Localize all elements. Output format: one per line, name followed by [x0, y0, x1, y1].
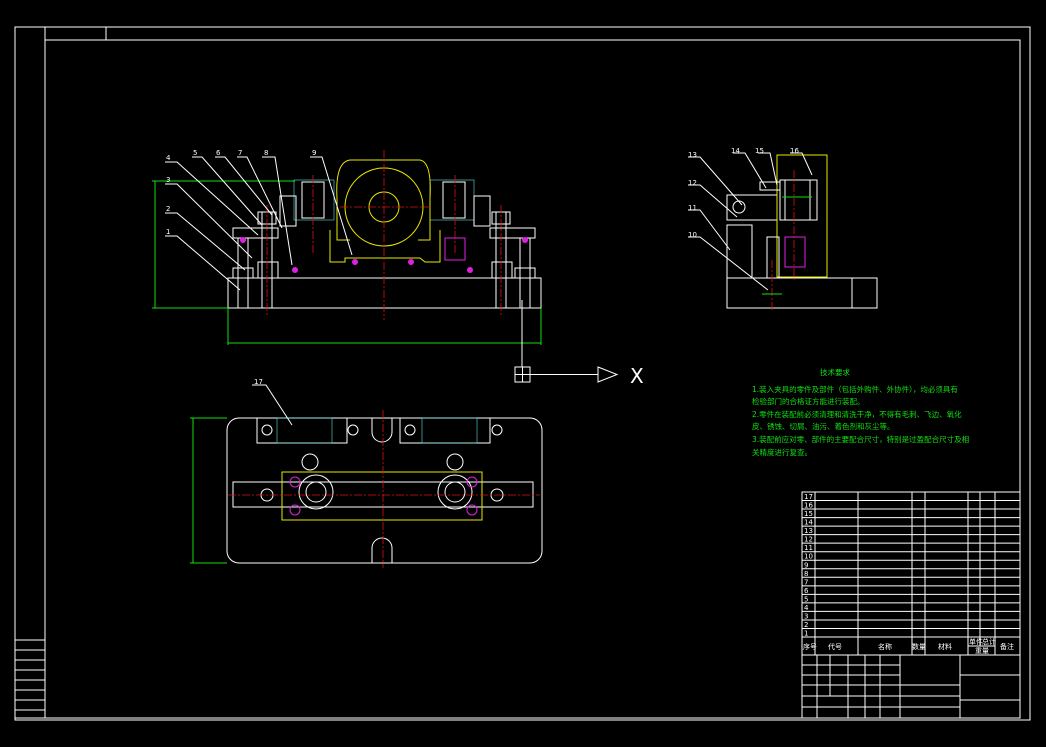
side-view: 13 14 15 16 12 11 10	[688, 147, 878, 312]
tech-req-line: 3.装配前应对零、部件的主要配合尺寸，特别是过盈配合尺寸及相	[752, 434, 969, 444]
tech-req-line: 2.零件在装配前必须清理和清洗干净，不得有毛刺、飞边、氧化	[752, 409, 962, 419]
part-label: 13	[688, 151, 697, 159]
part-label: 17	[254, 378, 263, 386]
part-label: 5	[193, 149, 197, 157]
bom-row-number: 7	[804, 578, 808, 586]
part-label: 16	[790, 147, 799, 155]
bom-row-number: 14	[804, 519, 813, 527]
bom-row-number: 16	[804, 502, 813, 510]
part-label: 10	[688, 231, 697, 239]
bom-header-code: 代号	[828, 642, 842, 651]
bom-row-number: 6	[804, 587, 809, 595]
part-label: 11	[688, 204, 697, 212]
front-view: 1 2 3 4 5 6 7 8 9	[152, 149, 542, 367]
part-label: 7	[238, 149, 242, 157]
bom-header-qty: 数量	[912, 642, 926, 651]
bom-header-weight: 重量	[975, 647, 989, 655]
title-block	[801, 654, 1021, 719]
tech-req-line: 1.装入夹具的零件及部件（包括外购件、外协件），均必须具有	[752, 384, 958, 394]
bom-row-number: 17	[804, 493, 813, 501]
bom-row-number: 15	[804, 510, 813, 518]
bom-row-number: 8	[804, 570, 808, 578]
inner-frame	[44, 39, 1021, 719]
bom-header-material: 材料	[938, 642, 952, 651]
part-label: 3	[166, 176, 170, 184]
bom-row-number: 11	[804, 544, 813, 552]
top-view: 17	[190, 378, 543, 568]
bom-header-single: 单件	[969, 637, 983, 646]
bom-row-number: 9	[804, 561, 808, 569]
bom-row-number: 13	[804, 527, 813, 535]
bom-header-name: 名称	[878, 642, 892, 651]
bom-row-number: 10	[804, 553, 813, 561]
cad-drawing-canvas: 1 2 3 4 5 6 7 8 9 X 13 14 15 16 12 11 10…	[0, 0, 1046, 747]
bill-of-materials: 序号 代号 名称 数量 材料 单件 总计 重量 备注 1716151413121…	[801, 491, 1021, 656]
part-label: 6	[216, 149, 221, 157]
revision-table	[14, 639, 46, 719]
coordinate-axis-marker: X	[514, 364, 644, 388]
bom-header-no: 序号	[803, 642, 817, 651]
part-label: 12	[688, 179, 697, 187]
part-label: 14	[731, 147, 740, 155]
bom-row-number: 1	[804, 630, 808, 638]
part-label: 1	[166, 228, 170, 236]
tech-req-line: 关精度进行复查。	[752, 447, 812, 457]
tech-req-line: 皮、锈蚀、切屑、油污、着色剂和灰尘等。	[752, 421, 895, 431]
part-label: 8	[264, 149, 268, 157]
part-label: 15	[755, 147, 764, 155]
drawing-sheet: 1 2 3 4 5 6 7 8 9 X 13 14 15 16 12 11 10…	[14, 26, 1031, 721]
part-label: 9	[312, 149, 316, 157]
technical-requirements: 技术要求 1.装入夹具的零件及部件（包括外购件、外协件），均必须具有 检验部门的…	[752, 367, 969, 457]
bom-row-number: 2	[804, 621, 808, 629]
tech-req-title: 技术要求	[820, 367, 850, 377]
part-label: 2	[166, 205, 170, 213]
bom-row-number: 3	[804, 612, 808, 620]
bom-row-number: 12	[804, 536, 813, 544]
bom-header-remark: 备注	[1000, 642, 1014, 651]
bom-row-number: 4	[804, 604, 809, 612]
axis-label-x: X	[630, 364, 644, 388]
code-box	[44, 26, 107, 41]
bom-row-number: 5	[804, 595, 808, 603]
tech-req-line: 检验部门的合格证方能进行装配。	[752, 396, 865, 406]
part-label: 4	[166, 154, 171, 162]
bom-header-total: 总计	[982, 637, 996, 646]
